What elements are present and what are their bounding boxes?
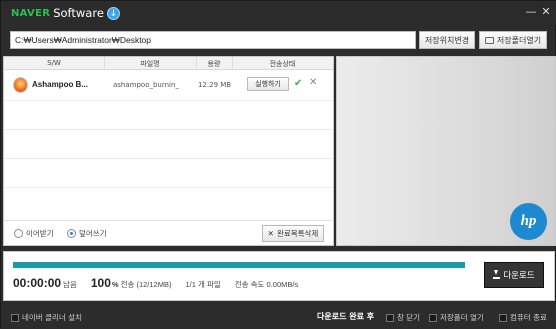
files-count: 1/1 개 파일 xyxy=(185,280,221,289)
remaining-label: 남음 xyxy=(63,280,77,289)
progress-bar xyxy=(13,262,465,268)
column-header-filename: 파일명 xyxy=(140,60,160,68)
download-button-label: 다운로드 xyxy=(503,271,535,281)
checkbox-box xyxy=(386,313,394,322)
brand-naver: NAVER xyxy=(11,7,51,19)
checkbox-box xyxy=(499,313,507,322)
open-folder-checkbox[interactable]: 저장폴더 열기 xyxy=(429,312,484,323)
advertisement-banner[interactable]: hp xyxy=(336,56,556,246)
table-row[interactable]: Ashampoo B... ashampoo_burnin_ 12.29 MB … xyxy=(4,71,333,100)
row-divider xyxy=(4,129,333,130)
progress-panel: 00:00:00 남음 100 % 전송 (12/12MB) 1/1 개 파일 … xyxy=(3,251,555,301)
overwrite-radio[interactable]: 덮어쓰기 xyxy=(67,228,107,239)
row-divider xyxy=(4,187,333,188)
after-download-label: 다운로드 완료 후 xyxy=(317,312,375,321)
close-icon: ✕ xyxy=(267,229,274,238)
transfer-speed: 전송 속도 0.00MB/s xyxy=(234,280,299,289)
percent-value: 100 xyxy=(90,276,111,290)
row-file-size: 12.29 MB xyxy=(198,81,232,89)
resume-label: 이어받기 xyxy=(26,229,54,238)
open-save-folder-button[interactable]: 저장폴더열기 xyxy=(479,31,547,49)
naver-software-window: NAVER Software ↓ — ✕ C:₩Users₩Administra… xyxy=(0,0,556,329)
resume-radio[interactable]: 이어받기 xyxy=(14,228,54,239)
percent-sign: % xyxy=(111,280,119,289)
run-button-label: 실행하기 xyxy=(255,80,281,88)
folder-icon xyxy=(484,36,494,44)
open-folder-label: 저장폴더 열기 xyxy=(440,313,484,322)
bottom-options-bar: 네이버 클리너 설치 다운로드 완료 후 창 닫기 저장폴더 열기 컴퓨터 종료 xyxy=(1,304,556,329)
change-save-location-label: 저장위치변경 xyxy=(424,35,470,45)
column-header-size: 용량 xyxy=(207,60,221,68)
hp-logo: hp xyxy=(510,203,547,240)
remove-item-icon[interactable]: ✕ xyxy=(309,77,317,88)
check-icon: ✔ xyxy=(294,78,303,89)
list-header: S/W 파일명 용량 전송상태 xyxy=(4,57,333,70)
row-divider xyxy=(4,100,333,101)
transfer-amount: 전송 (12/12MB) xyxy=(120,280,172,289)
brand-software: Software xyxy=(53,6,104,20)
download-list-panel: S/W 파일명 용량 전송상태 Ashampoo B... ashampoo_b… xyxy=(3,56,334,246)
column-header-sw: S/W xyxy=(47,59,61,67)
close-button[interactable]: ✕ xyxy=(539,5,553,19)
row-divider xyxy=(4,158,333,159)
minimize-button[interactable]: — xyxy=(524,5,538,19)
row-app-name: Ashampoo B... xyxy=(32,80,89,89)
save-path-input[interactable]: C:₩Users₩Administrator₩Desktop xyxy=(10,31,416,49)
open-save-folder-label: 저장폴더열기 xyxy=(496,35,542,45)
clear-completed-button[interactable]: ✕ 완료목록삭제 xyxy=(262,225,324,242)
title-bar: NAVER Software ↓ — ✕ xyxy=(1,1,556,25)
transfer-stats: 00:00:00 남음 100 % 전송 (12/12MB) 1/1 개 파일 … xyxy=(13,276,298,290)
list-options-bar: 이어받기 덮어쓰기 ✕ 완료목록삭제 xyxy=(4,220,333,245)
clear-completed-label: 완료목록삭제 xyxy=(276,229,319,238)
radio-circle-selected xyxy=(67,229,76,238)
time-remaining: 00:00:00 xyxy=(13,276,62,290)
download-icon xyxy=(493,270,501,279)
ashampoo-app-icon xyxy=(13,77,28,93)
install-cleaner-label: 네이버 클리너 설치 xyxy=(22,313,82,322)
download-button[interactable]: 다운로드 xyxy=(484,262,544,288)
close-window-checkbox[interactable]: 창 닫기 xyxy=(386,312,420,323)
shutdown-label: 컴퓨터 종료 xyxy=(510,313,547,322)
install-cleaner-checkbox[interactable]: 네이버 클리너 설치 xyxy=(11,312,82,323)
download-badge-icon: ↓ xyxy=(106,6,120,20)
shutdown-checkbox[interactable]: 컴퓨터 종료 xyxy=(499,312,547,323)
radio-circle xyxy=(14,229,23,238)
checkbox-box xyxy=(11,313,19,322)
change-save-location-button[interactable]: 저장위치변경 xyxy=(419,31,475,49)
checkbox-box xyxy=(429,313,437,322)
overwrite-label: 덮어쓰기 xyxy=(79,229,107,238)
row-file-name: ashampoo_burnin_ xyxy=(113,81,179,89)
column-header-status: 전송상태 xyxy=(269,60,296,68)
app-brand: NAVER Software ↓ xyxy=(11,6,120,20)
progress-bar-fill xyxy=(13,262,465,268)
run-button[interactable]: 실행하기 xyxy=(247,77,289,91)
close-window-label: 창 닫기 xyxy=(397,313,421,322)
